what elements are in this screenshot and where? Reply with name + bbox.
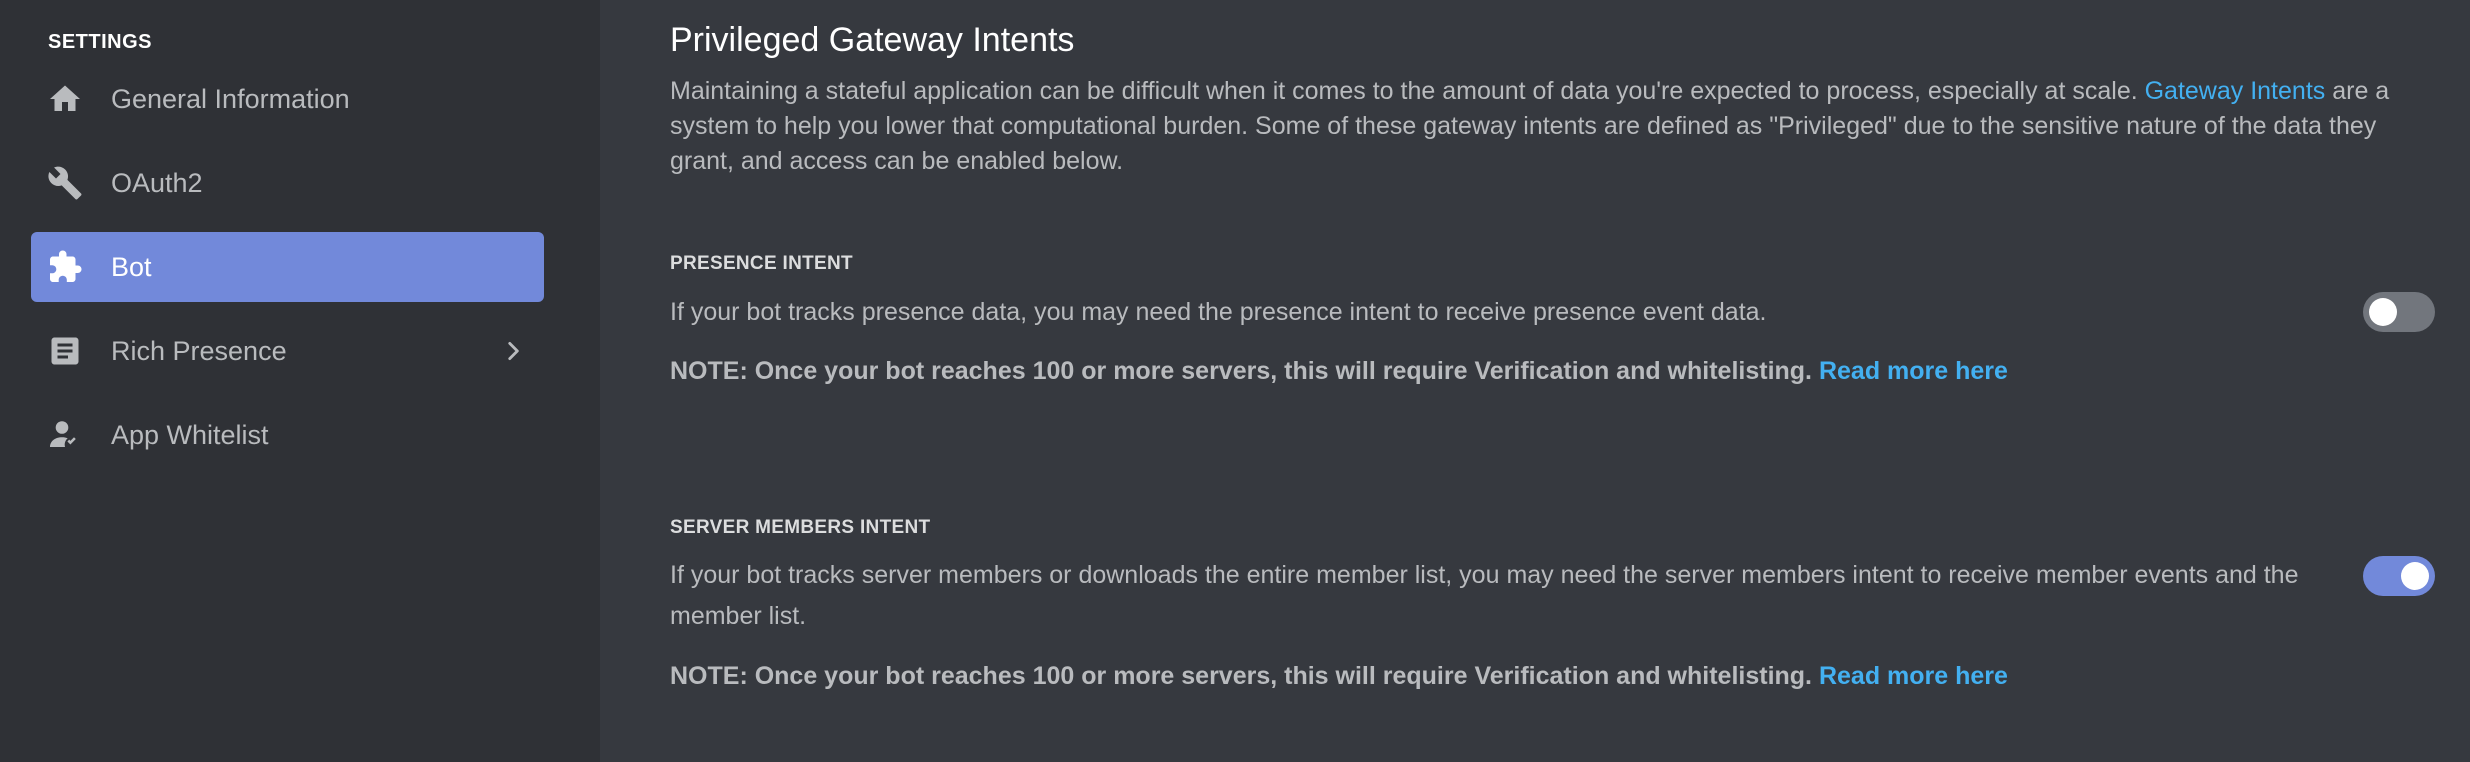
person-add-icon [47,417,83,453]
document-icon [47,333,83,369]
presence-intent-note: NOTE: Once your bot reaches 100 or more … [670,355,2008,387]
settings-sidebar: SETTINGS General Information OAuth2 Bot … [0,0,600,762]
sidebar-item-bot[interactable]: Bot [31,232,544,302]
read-more-link[interactable]: Read more here [1819,662,2008,690]
presence-intent-toggle[interactable] [2363,292,2435,332]
page-title: Privileged Gateway Intents [670,21,1075,59]
sidebar-heading: SETTINGS [48,31,153,53]
note-text: NOTE: Once your bot reaches 100 or more … [670,357,1813,385]
sidebar-item-rich-presence[interactable]: Rich Presence [31,316,544,386]
chevron-right-icon[interactable] [500,338,526,364]
presence-intent-description: If your bot tracks presence data, you ma… [670,298,1767,326]
toggle-knob [2369,298,2397,326]
sidebar-item-label: App Whitelist [111,420,269,450]
sidebar-item-label: OAuth2 [111,168,203,198]
home-icon [47,81,83,117]
note-text: NOTE: Once your bot reaches 100 or more … [670,662,1813,690]
sidebar-item-label: General Information [111,84,350,114]
server-members-intent-toggle[interactable] [2363,556,2435,596]
sidebar-item-app-whitelist[interactable]: App Whitelist [31,400,544,470]
server-members-intent-note: NOTE: Once your bot reaches 100 or more … [670,660,2008,692]
description-text: Maintaining a stateful application can b… [670,77,2145,105]
gateway-intents-link[interactable]: Gateway Intents [2145,77,2326,105]
server-members-intent-heading: SERVER MEMBERS INTENT [670,517,931,538]
sidebar-item-label: Rich Presence [111,336,287,366]
read-more-link[interactable]: Read more here [1819,357,2008,385]
presence-intent-heading: PRESENCE INTENT [670,253,853,274]
puzzle-piece-icon [47,249,83,285]
sidebar-item-general-information[interactable]: General Information [31,64,544,134]
server-members-intent-description: If your bot tracks server members or dow… [670,561,2299,630]
app-window: SETTINGS General Information OAuth2 Bot … [0,0,2470,762]
wrench-icon [47,165,83,201]
toggle-knob [2401,562,2429,590]
sidebar-item-oauth2[interactable]: OAuth2 [31,148,544,218]
sidebar-item-label: Bot [111,252,152,282]
main-content: Privileged Gateway Intents Maintaining a… [600,0,2470,762]
page-description: Maintaining a stateful application can b… [670,74,2390,179]
